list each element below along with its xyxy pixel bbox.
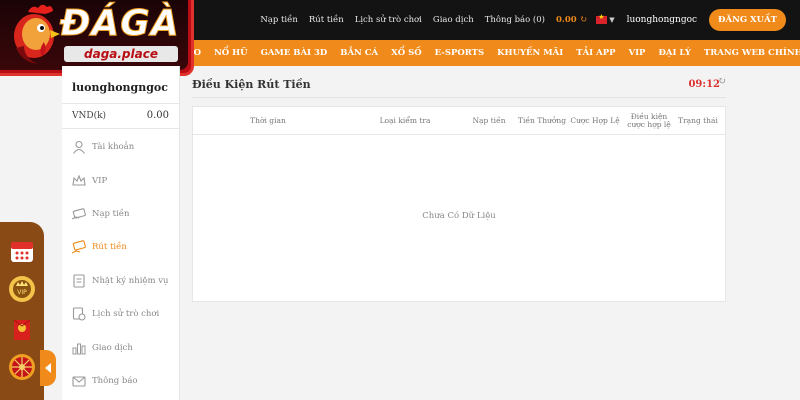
widget-collapse-toggle[interactable] [40,350,56,386]
topnav-withdraw-link[interactable]: Rút tiền [309,15,344,25]
sidebar-divider [62,103,180,104]
table-header: Thời gian Loại kiểm tra Nạp tiền Tiền Th… [193,107,725,135]
menu-item-official-site[interactable]: TRANG WEB CHÍNH THỨC [704,48,800,58]
topnav-transactions-link[interactable]: Giao dịch [433,15,474,25]
sidebar-item-label: Nạp tiền [92,209,130,219]
top-nav: Nạp tiền Rút tiền Lịch sử trò chơi Giao … [260,0,800,40]
promo-floating-widget: VIP [0,222,44,400]
topnav-notifications-link[interactable]: Thông báo (0) [485,15,545,25]
column-header-time: Thời gian [250,116,286,125]
vietnam-flag-icon[interactable] [596,13,608,24]
logout-button[interactable]: ĐĂNG XUẤT [709,9,786,31]
column-header-bonus: Tiền Thưởng [517,116,567,125]
page-title: Điều Kiện Rút Tiền [192,78,311,91]
site-logo[interactable]: ĐÁGÀ daga.place [0,0,194,76]
sidebar-item-label: VIP [92,176,108,186]
menu-item-vip[interactable]: VIP [628,48,645,58]
withdraw-conditions-table: Thời gian Loại kiểm tra Nạp tiền Tiền Th… [192,106,726,302]
sidebar-item-label: Lịch sử trò chơi [92,309,160,319]
mail-icon [72,376,86,387]
sidebar-item-label: Rút tiền [92,242,127,252]
column-header-valid-bet-condition: Điều kiện cược hợp lệ [627,112,671,129]
empty-state-text: Chưa Có Dữ Liệu [422,211,496,221]
topnav-game-history-link[interactable]: Lịch sử trò chơi [355,15,422,25]
menu-item-game-bai-3d[interactable]: GAME BÀI 3D [261,48,328,58]
crown-icon [72,174,86,186]
main-menu: AO NỔ HŨ GAME BÀI 3D BẮN CÁ XỔ SỐ E-SPOR… [187,40,800,66]
deposit-icon [71,208,86,220]
sidebar-item-vip[interactable]: VIP [62,165,180,197]
sidebar-item-account[interactable]: Tài khoản [62,131,180,163]
countdown-time: 09:12 [688,79,720,90]
sidebar-username: luonghongngoc [72,81,168,94]
rooster-logo-icon [14,4,60,64]
task-log-icon [73,274,85,288]
logo-subtitle: daga.place [64,46,178,62]
account-sidebar: luonghongngoc VND(k) 0.00 Tài khoản VIP … [62,66,180,400]
menu-item-xo-so[interactable]: XỔ SỐ [391,48,422,58]
title-divider [192,97,726,98]
topnav-deposit-link[interactable]: Nạp tiền [260,15,298,25]
menu-item-khuyen-mai[interactable]: KHUYẾN MÃI [497,48,563,58]
refresh-icon[interactable]: ↻ [718,76,726,87]
sidebar-item-deposit[interactable]: Nạp tiền [62,198,180,230]
sidebar-item-label: Nhật ký nhiệm vụ [92,276,169,286]
user-icon [73,140,85,154]
language-caret-icon[interactable]: ▼ [609,16,614,24]
withdraw-icon [71,240,86,254]
menu-item-dai-ly[interactable]: ĐẠI LÝ [658,48,690,58]
topnav-username[interactable]: luonghongngoc [627,15,697,25]
column-header-valid-bet: Cược Hợp Lệ [570,116,620,125]
lucky-wheel-icon[interactable] [7,352,37,382]
game-history-icon [72,307,86,321]
sidebar-currency-label: VND(k) [72,111,107,121]
calendar-icon[interactable] [7,236,37,266]
sidebar-item-label: Tài khoản [92,142,135,152]
balance-value: 0.00 [555,15,577,25]
sidebar-item-withdraw[interactable]: Rút tiền [62,231,180,263]
logo-title: ĐÁGÀ [60,3,180,44]
column-header-status: Trạng thái [678,116,718,125]
column-header-check-type: Loại kiểm tra [379,116,431,125]
transactions-icon [72,343,86,355]
sidebar-item-game-history[interactable]: Lịch sử trò chơi [62,298,180,330]
sidebar-divider [62,128,180,129]
sidebar-item-task-log[interactable]: Nhật ký nhiệm vụ [62,265,180,297]
sidebar-balance-amount: 0.00 [146,110,169,121]
vip-badge-icon[interactable]: VIP [7,274,37,304]
refresh-balance-icon[interactable]: ↻ [580,15,588,25]
menu-item-no-hu[interactable]: NỔ HŨ [214,48,248,58]
menu-item-esports[interactable]: E-SPORTS [435,48,484,58]
sidebar-item-label: Giao dịch [92,343,133,353]
sidebar-item-label: Thông báo [92,376,138,386]
column-header-deposit: Nạp tiền [472,116,506,125]
svg-text:VIP: VIP [17,289,27,296]
menu-item-tai-app[interactable]: TẢI APP [576,48,615,58]
red-envelope-icon[interactable] [7,314,37,344]
sidebar-item-transactions[interactable]: Giao dịch [62,332,180,364]
sidebar-item-notifications[interactable]: Thông báo [62,365,180,397]
menu-item-ban-ca[interactable]: BẮN CÁ [340,48,378,58]
